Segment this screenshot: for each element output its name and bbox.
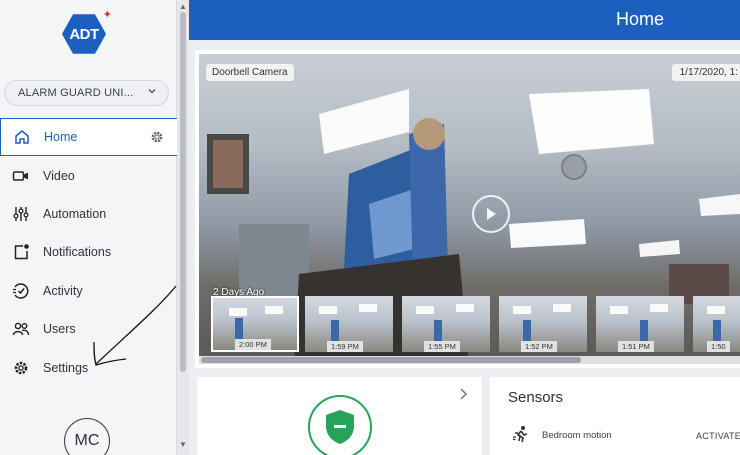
notification-icon — [11, 242, 31, 262]
sidebar-item-label: Video — [43, 168, 75, 183]
adt-logo[interactable]: ADT ✦ — [60, 10, 112, 58]
sidebar-item-label: Automation — [43, 206, 107, 221]
scroll-up-arrow-icon[interactable]: ▲ — [179, 2, 187, 11]
clip-thumbnail-strip: 2:00 PM 1:59 PM 1:55 PM 1:52 PM 1:51 PM — [207, 296, 740, 352]
thumb-scene — [553, 304, 571, 312]
thumb-scene — [650, 304, 668, 312]
account-selector[interactable]: ALARM GUARD UNI... — [4, 80, 169, 106]
thumb-scene — [434, 320, 442, 342]
thumb-scene — [265, 306, 283, 314]
thumb-scene — [640, 320, 648, 342]
hand-drawn-arrow — [93, 285, 177, 366]
sensor-status: ACTIVATED — [696, 431, 740, 441]
play-icon — [487, 208, 496, 220]
thumb-scene — [523, 320, 531, 342]
play-button[interactable] — [472, 195, 510, 233]
clip-time: 1:52 PM — [521, 341, 557, 352]
thumb-scene — [713, 320, 721, 342]
activity-icon — [11, 281, 31, 301]
thumb-scene — [331, 320, 339, 342]
home-icon — [12, 127, 32, 147]
users-icon — [11, 319, 31, 339]
chevron-down-icon — [146, 85, 158, 100]
thumb-scene — [235, 318, 243, 340]
top-header: Home — [189, 0, 740, 40]
security-card[interactable] — [197, 377, 482, 455]
clip-time: 2:00 PM — [235, 339, 271, 350]
thumb-scene — [229, 308, 247, 316]
sensor-name: Bedroom motion — [542, 430, 612, 441]
sidebar-item-notifications[interactable]: Notifications — [0, 233, 177, 271]
account-name: ALARM GUARD UNI... — [18, 87, 134, 99]
thumb-scene — [610, 306, 628, 314]
scroll-down-arrow-icon[interactable]: ▼ — [179, 440, 187, 449]
gear-icon — [11, 358, 31, 378]
sidebar-item-label: Home — [44, 130, 78, 145]
thumb-scene — [456, 304, 474, 312]
shield-icon — [326, 410, 354, 444]
sensors-title: Sensors — [508, 389, 564, 406]
video-camera-icon — [11, 166, 31, 186]
thumb-scene — [319, 306, 337, 314]
motion-icon — [513, 426, 528, 443]
sliders-icon — [11, 204, 31, 224]
thumb-scene — [707, 306, 725, 314]
clip-thumbnail[interactable]: 1:50 — [693, 296, 740, 352]
thumb-scene — [359, 304, 377, 312]
sidebar-item-automation[interactable]: Automation — [0, 195, 177, 233]
clip-thumbnail[interactable]: 1:59 PM — [305, 296, 393, 352]
sidebar-item-video[interactable]: Video — [0, 156, 177, 194]
thumb-scene — [513, 306, 531, 314]
clip-thumbnail[interactable]: 2:00 PM — [211, 296, 299, 352]
page-title: Home — [615, 9, 664, 29]
camera-date-label: 1/17/2020, 1: — [671, 64, 740, 81]
sidebar-item-label: Users — [43, 322, 76, 337]
clip-thumbnail[interactable]: 1:52 PM — [499, 296, 587, 352]
sidebar: ADT ✦ ALARM GUARD UNI... Home Video Auto… — [0, 0, 177, 455]
chevron-right-icon[interactable] — [458, 387, 468, 404]
clip-time: 1:59 PM — [327, 341, 363, 352]
sidebar-item-label: Activity — [43, 283, 83, 298]
camera-card: Doorbell Camera 1/17/2020, 1: 2 Days Ago… — [195, 50, 740, 368]
gear-icon[interactable] — [149, 129, 165, 145]
clip-thumbnail[interactable]: 1:51 PM — [596, 296, 684, 352]
sidebar-item-home[interactable]: Home — [0, 118, 177, 157]
clip-strip-scrollbar-thumb[interactable] — [201, 357, 581, 363]
clip-time: 1:55 PM — [424, 341, 460, 352]
avatar[interactable]: MC — [64, 418, 110, 455]
clip-thumbnail[interactable]: 1:55 PM — [402, 296, 490, 352]
clip-time: 1:51 PM — [618, 341, 654, 352]
camera-name-label: Doorbell Camera — [206, 64, 294, 81]
thumb-scene — [416, 306, 434, 314]
maple-leaf-icon: ✦ — [102, 9, 112, 21]
sensors-card: Sensors Bedroom motion ACTIVATED — [490, 377, 740, 455]
clip-time: 1:50 — [707, 341, 730, 352]
logo-text: ADT — [62, 14, 106, 54]
sidebar-item-label: Notifications — [43, 245, 112, 260]
